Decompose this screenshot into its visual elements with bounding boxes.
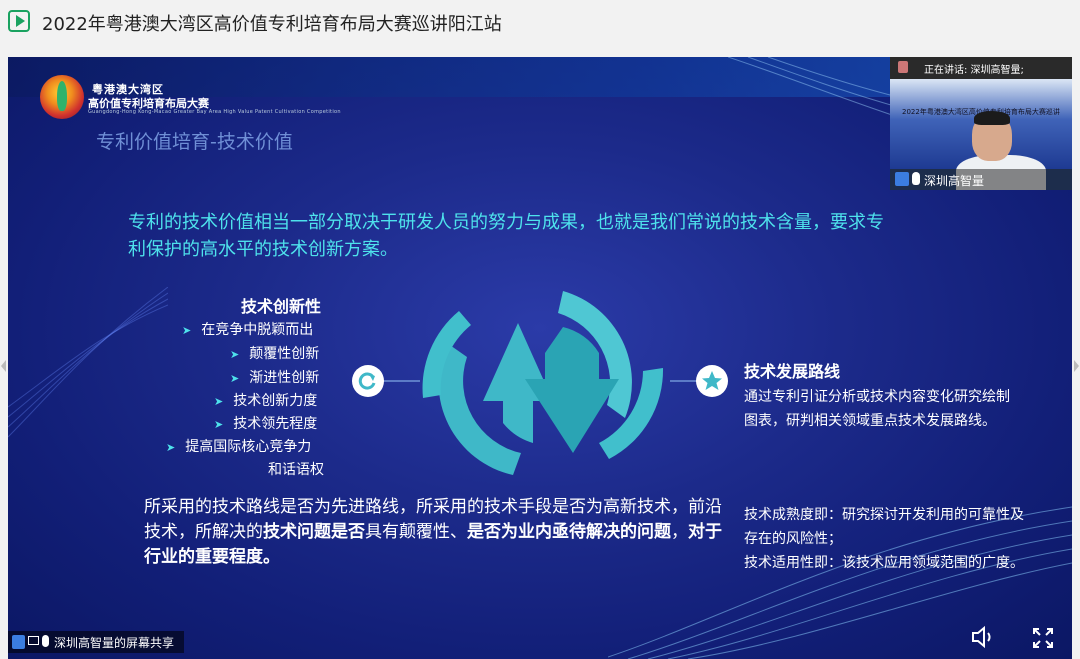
- left-heading: 技术创新性: [241, 297, 322, 316]
- technical-route-paragraph: 所采用的技术路线是否为先进路线，所采用的技术手段是否为高新技术，前沿技术，所解决…: [144, 497, 722, 567]
- section-heading: 专利价值培育-技术价值: [96, 131, 293, 153]
- play-icon[interactable]: [8, 10, 30, 32]
- window-titlebar: 2022年粤港澳大湾区高价值专利培育布局大赛巡讲阳江站: [0, 0, 1080, 46]
- list-item: ➤ 在竞争中脱颖而出: [182, 322, 314, 338]
- prev-page-arrow-icon[interactable]: [1, 360, 6, 372]
- wave-decoration-top-right: [728, 57, 898, 117]
- speaker-video-inset[interactable]: 正在讲话: 深圳高智量; 2022年粤港澳大湾区高价值专利培育布局大赛巡讲 深圳…: [890, 57, 1072, 190]
- shared-screen[interactable]: 粤港澳大湾区 高价值专利培育布局大赛 Guangdong-Hong Kong-M…: [8, 57, 1072, 659]
- volume-icon[interactable]: [971, 625, 997, 649]
- speaking-indicator-bar: 正在讲话: 深圳高智量;: [890, 57, 1072, 79]
- person-icon: [895, 172, 909, 186]
- screen-share-label[interactable]: 深圳高智量的屏幕共享: [8, 631, 184, 653]
- competition-logo: [40, 75, 84, 119]
- fullscreen-icon[interactable]: [1032, 627, 1054, 649]
- intro-text: 专利的技术价值相当一部分取决于研发人员的努力与成果，也就是我们常说的技术含量，要…: [128, 212, 884, 260]
- person-icon: [12, 635, 25, 649]
- right-description: 通过专利引证分析或技术内容变化研究绘制图表，研判相关领域重点技术发展路线。: [744, 389, 1010, 429]
- speaking-label: 正在讲话: 深圳高智量;: [924, 65, 1024, 76]
- list-item: ➤ 提高国际核心竞争力: [166, 439, 312, 455]
- screen-share-icon: [28, 636, 39, 645]
- share-owner-text: 深圳高智量的屏幕共享: [54, 636, 175, 650]
- maturity-line: 技术成熟度即：研究探讨开发利用的可靠性及存在的风险性；: [744, 507, 1024, 547]
- presenter-name-bar: 深圳高智量: [890, 169, 1072, 190]
- list-item: ➤ 技术领先程度: [214, 416, 318, 432]
- mic-icon: [912, 172, 920, 185]
- star-icon: [696, 365, 728, 397]
- window-title: 2022年粤港澳大湾区高价值专利培育布局大赛巡讲阳江站: [42, 14, 502, 35]
- bottom-bar: 深圳高智量的屏幕共享: [8, 631, 1072, 659]
- list-item: ➤ 技术创新力度: [214, 393, 318, 409]
- list-item: ➤ 渐进性创新: [230, 370, 320, 386]
- applicability-line: 技术适用性即：该技术应用领域范围的广度。: [744, 555, 1024, 571]
- presenter-hair: [974, 111, 1010, 125]
- right-heading: 技术发展路线: [744, 362, 841, 381]
- org-name-english: Guangdong-Hong Kong-Macao Greater Bay Ar…: [88, 109, 341, 115]
- mic-icon: [42, 635, 49, 647]
- list-item: ➤ 颠覆性创新: [230, 346, 320, 362]
- refresh-icon: [352, 365, 384, 397]
- cycle-arrows-icon: [422, 291, 664, 475]
- list-item-continuation: 和话语权: [268, 462, 324, 478]
- next-page-arrow-icon[interactable]: [1074, 360, 1079, 372]
- presenter-name: 深圳高智量: [924, 174, 985, 188]
- right-maturity-description: 技术成熟度即：研究探讨开发利用的可靠性及存在的风险性； 技术适用性即：该技术应用…: [744, 503, 1024, 575]
- wave-decoration-left: [8, 287, 168, 438]
- user-icon: [898, 61, 908, 73]
